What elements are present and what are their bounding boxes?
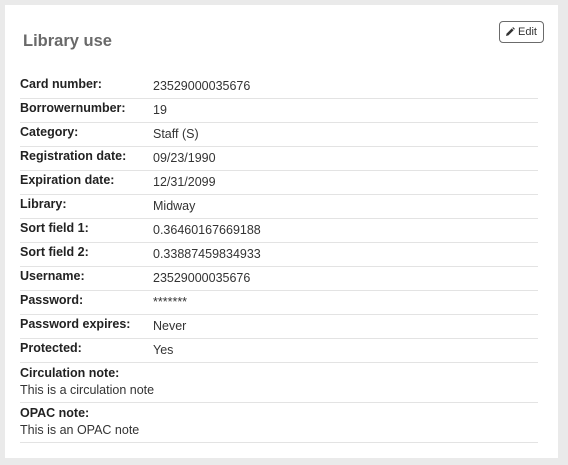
- detail-row-circulation-note: Circulation note: This is a circulation …: [20, 363, 538, 403]
- detail-label: Card number:: [20, 77, 102, 91]
- detail-value: This is a circulation note: [20, 383, 155, 397]
- detail-value: 0.33887459834933: [153, 247, 261, 261]
- detail-row-password: Password: *******: [20, 291, 538, 315]
- library-use-details: Card number: 23529000035676 Borrowernumb…: [20, 75, 538, 443]
- detail-value: This is an OPAC note: [20, 423, 140, 437]
- detail-value: 09/23/1990: [153, 151, 216, 165]
- detail-label: Category:: [20, 125, 79, 139]
- detail-label: Expiration date:: [20, 173, 115, 187]
- detail-label: OPAC note:: [20, 406, 90, 420]
- detail-value: 19: [153, 103, 167, 117]
- detail-value: *******: [153, 295, 188, 309]
- detail-label: Sort field 1:: [20, 221, 89, 235]
- detail-row-category: Category: Staff (S): [20, 123, 538, 147]
- detail-value: Staff (S): [153, 127, 199, 141]
- detail-label: Protected:: [20, 341, 82, 355]
- pencil-icon: [505, 27, 515, 37]
- detail-value: Yes: [153, 343, 174, 357]
- detail-row-library: Library: Midway: [20, 195, 538, 219]
- detail-row-sort-field-1: Sort field 1: 0.36460167669188: [20, 219, 538, 243]
- detail-value: Midway: [153, 199, 196, 213]
- detail-value: 0.36460167669188: [153, 223, 261, 237]
- detail-row-password-expires: Password expires: Never: [20, 315, 538, 339]
- detail-row-username: Username: 23529000035676: [20, 267, 538, 291]
- detail-row-sort-field-2: Sort field 2: 0.33887459834933: [20, 243, 538, 267]
- panel-title: Library use: [23, 32, 112, 50]
- detail-row-registration-date: Registration date: 09/23/1990: [20, 147, 538, 171]
- library-use-panel: Library use Edit Card number: 2352900003…: [5, 5, 558, 458]
- detail-row-opac-note: OPAC note: This is an OPAC note: [20, 403, 538, 443]
- detail-label: Library:: [20, 197, 67, 211]
- detail-value: 12/31/2099: [153, 175, 216, 189]
- detail-label: Circulation note:: [20, 366, 120, 380]
- detail-value: 23529000035676: [153, 271, 251, 285]
- detail-label: Password:: [20, 293, 84, 307]
- detail-row-card-number: Card number: 23529000035676: [20, 75, 538, 99]
- detail-label: Registration date:: [20, 149, 127, 163]
- edit-button-label: Edit: [518, 26, 537, 38]
- detail-row-protected: Protected: Yes: [20, 339, 538, 363]
- detail-label: Password expires:: [20, 317, 131, 331]
- detail-value: 23529000035676: [153, 79, 251, 93]
- detail-label: Borrowernumber:: [20, 101, 126, 115]
- detail-label: Sort field 2:: [20, 245, 89, 259]
- detail-value: Never: [153, 319, 187, 333]
- detail-label: Username:: [20, 269, 85, 283]
- detail-row-expiration-date: Expiration date: 12/31/2099: [20, 171, 538, 195]
- detail-row-borrowernumber: Borrowernumber: 19: [20, 99, 538, 123]
- edit-button[interactable]: Edit: [499, 21, 544, 43]
